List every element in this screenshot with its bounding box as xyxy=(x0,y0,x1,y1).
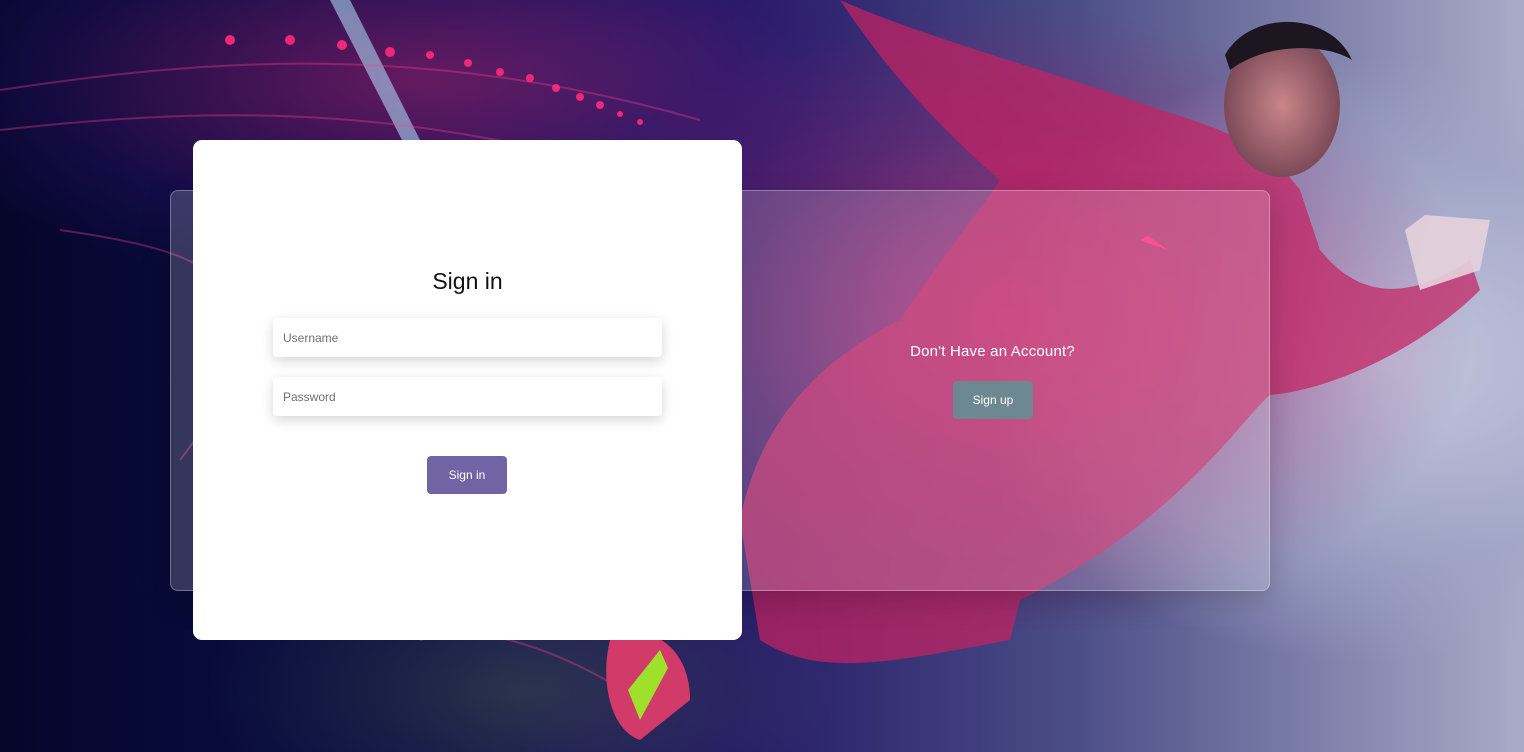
particle-dots xyxy=(225,35,643,125)
password-input[interactable] xyxy=(273,377,662,416)
signup-button[interactable]: Sign up xyxy=(953,381,1033,419)
signup-prompt: Don't Have an Account? xyxy=(910,343,1075,360)
signin-card: Sign in Sign in xyxy=(193,140,742,640)
signin-button[interactable]: Sign in xyxy=(427,456,507,494)
username-input[interactable] xyxy=(273,318,662,357)
signin-title: Sign in xyxy=(432,268,503,294)
signup-section: Don't Have an Account? Sign up xyxy=(742,190,1243,589)
